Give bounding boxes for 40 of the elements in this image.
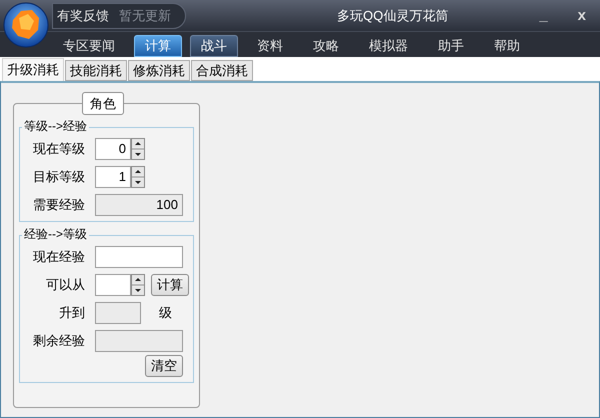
nav-tab[interactable]: 计算 — [134, 35, 182, 57]
group-title: 经验-->等级 — [22, 227, 89, 241]
update-status: 暂无更新 — [119, 6, 171, 25]
subtab[interactable]: 升级消耗 — [2, 58, 64, 81]
field-label: 目标等级 — [32, 168, 85, 186]
unit-label: 级 — [159, 304, 172, 322]
panel-title: 角色 — [82, 92, 124, 115]
field-label: 可以从 — [45, 276, 85, 294]
readonly-field — [95, 302, 141, 324]
close-button[interactable]: x — [578, 8, 586, 23]
minimize-button[interactable]: _ — [539, 8, 548, 23]
readonly-field: 100 — [95, 194, 183, 216]
action-button[interactable]: 计算 — [151, 274, 189, 296]
field-label: 需要经验 — [32, 196, 85, 214]
nav-tab[interactable]: 助手 — [427, 35, 475, 57]
field-label: 升到 — [58, 304, 85, 322]
spinner-arrows-icon[interactable] — [131, 166, 145, 188]
spinner-arrows-icon[interactable] — [131, 138, 145, 160]
group-title: 等级-->经验 — [22, 119, 89, 133]
field-label: 现在经验 — [32, 248, 85, 266]
field-label: 剩余经验 — [32, 332, 85, 350]
window-title: 多玩QQ仙灵万花筒 — [336, 6, 450, 25]
nav-tab[interactable]: 专区要闻 — [52, 35, 126, 57]
number-field[interactable]: 1 — [95, 166, 131, 188]
nav-tab[interactable]: 资料 — [246, 35, 294, 57]
feedback-link[interactable]: 有奖反馈 — [57, 6, 109, 26]
subtab[interactable]: 修炼消耗 — [128, 60, 190, 81]
action-button[interactable]: 清空 — [145, 355, 183, 377]
nav-tab[interactable]: 模拟器 — [358, 35, 419, 57]
nav-tab[interactable]: 帮助 — [483, 35, 531, 57]
nav-tab[interactable]: 攻略 — [302, 35, 350, 57]
spinner-arrows-icon[interactable] — [131, 274, 145, 296]
field-label: 现在等级 — [32, 140, 85, 158]
subtab[interactable]: 技能消耗 — [65, 60, 127, 81]
number-field[interactable]: 0 — [95, 138, 131, 160]
nav-tab[interactable]: 战斗 — [190, 35, 238, 57]
subtab[interactable]: 合成消耗 — [191, 60, 253, 81]
app-logo-icon — [3, 2, 49, 48]
input-field[interactable] — [95, 246, 183, 268]
number-field[interactable] — [95, 274, 131, 296]
